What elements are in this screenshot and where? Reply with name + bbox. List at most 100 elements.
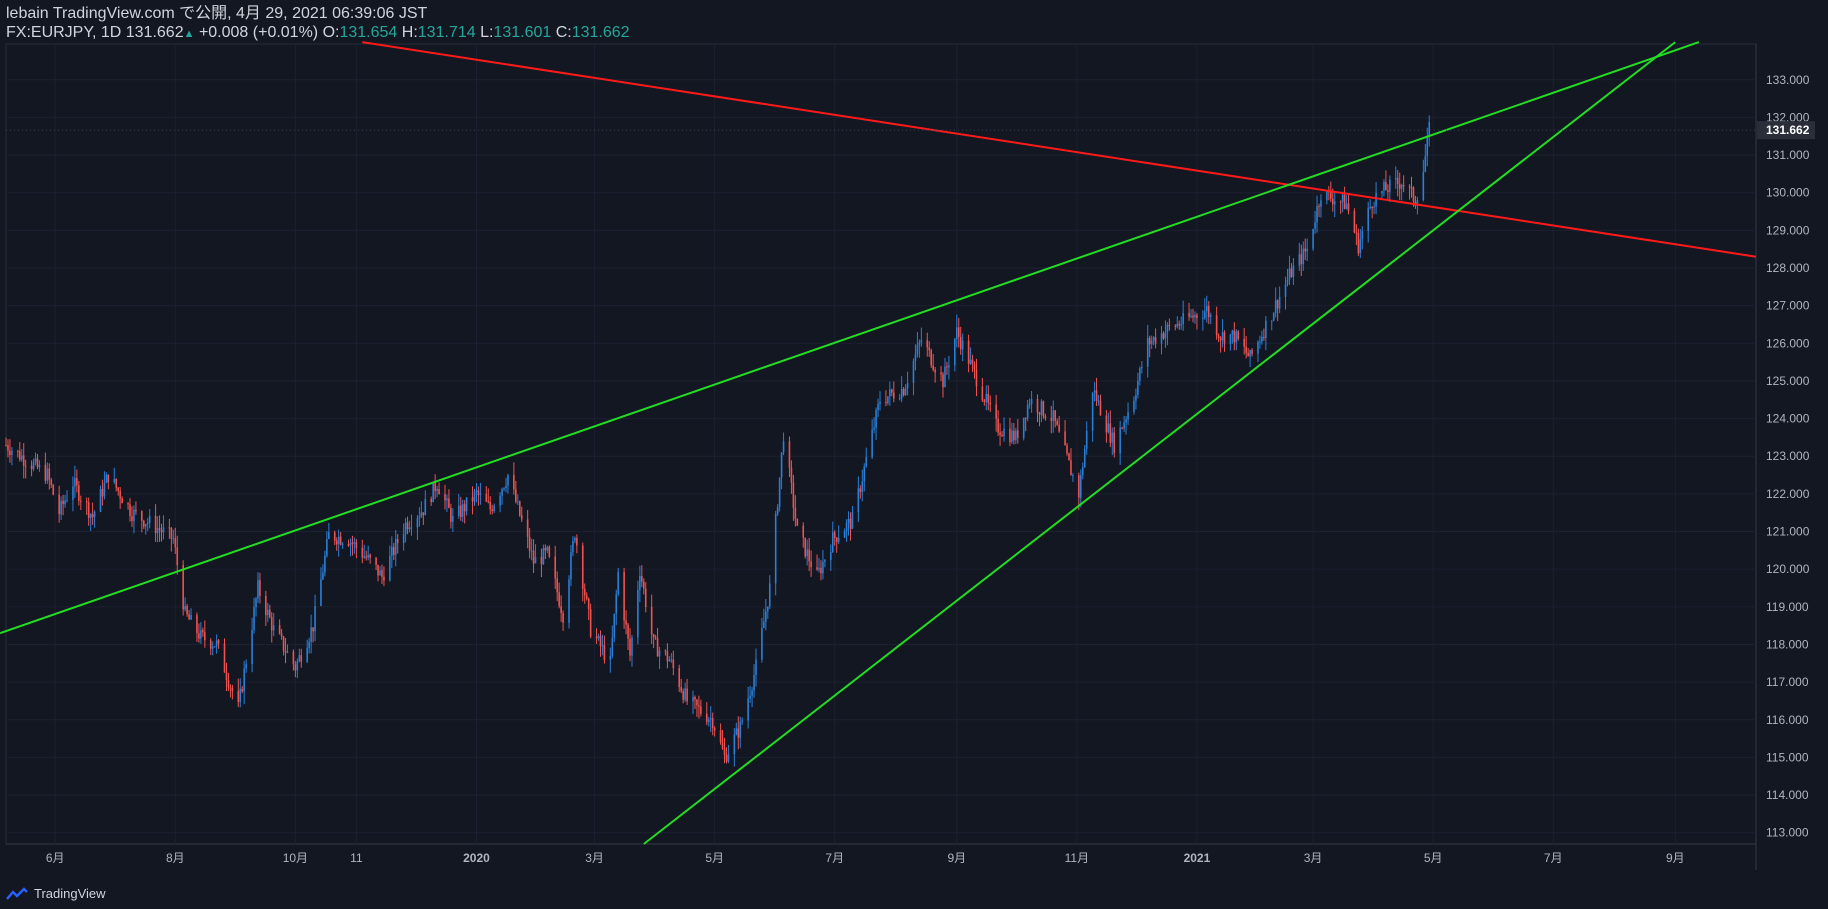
candle-body xyxy=(737,728,740,738)
candle-body xyxy=(1389,179,1391,192)
candle-body xyxy=(808,549,810,562)
price-chart[interactable]: 113.000 114.000 115.000 116.000 117.000 118.0… xyxy=(0,0,1828,909)
candle-body xyxy=(1123,422,1125,429)
candle-body xyxy=(141,511,143,521)
candle-body xyxy=(396,539,399,544)
candle-body xyxy=(1286,279,1289,285)
candle-body xyxy=(1263,336,1265,338)
candle-body xyxy=(790,467,793,483)
candle-body xyxy=(282,636,285,651)
candle-body xyxy=(885,402,887,404)
candle-body xyxy=(243,668,245,692)
candle-body xyxy=(1314,222,1316,229)
candle-body xyxy=(363,556,366,558)
candle-body xyxy=(142,520,145,527)
candle-body xyxy=(946,366,948,368)
candle-body xyxy=(422,512,425,516)
price-axis[interactable]: 113.000 114.000 115.000 116.000 117.000 118.0… xyxy=(1766,73,1810,840)
candle-body xyxy=(765,611,767,622)
y-tick-label: 125.000 xyxy=(1766,374,1810,388)
y-tick-label: 116.000 xyxy=(1766,713,1809,727)
candle-body xyxy=(1333,201,1336,205)
candle-body xyxy=(873,427,875,430)
candle-body xyxy=(654,637,657,639)
candle-body xyxy=(1150,340,1153,345)
candle-body xyxy=(333,532,336,541)
candle-body xyxy=(487,501,490,503)
candle-body xyxy=(664,650,667,652)
candle-body xyxy=(863,466,866,482)
candle-body xyxy=(1196,314,1198,319)
candle-body xyxy=(379,570,381,576)
candle-body xyxy=(452,515,454,522)
candle-body xyxy=(355,542,358,548)
candle-body xyxy=(217,640,220,644)
candle-body xyxy=(1028,404,1031,406)
candle-body xyxy=(1056,421,1058,425)
candle-body xyxy=(554,556,557,579)
candle-body xyxy=(438,489,440,495)
candle-body xyxy=(1217,335,1220,338)
candle-body xyxy=(816,567,818,570)
candle-body xyxy=(792,482,795,508)
candle-body xyxy=(209,640,212,649)
candle-body xyxy=(999,432,1001,435)
candle-body xyxy=(1162,333,1165,339)
y-tick-label: 129.000 xyxy=(1766,223,1810,237)
candle-body xyxy=(144,523,147,527)
plot-frame xyxy=(5,43,1757,845)
candle-body xyxy=(1257,342,1259,354)
brand-label: TradingView xyxy=(34,886,106,901)
candle-body xyxy=(1339,201,1342,203)
candle-body xyxy=(328,532,330,539)
candle-body xyxy=(1347,203,1350,211)
candle-body xyxy=(1022,417,1025,438)
candle-body xyxy=(794,507,797,519)
candle-body xyxy=(595,636,598,639)
candle-body xyxy=(251,629,253,665)
candle-body xyxy=(920,340,923,343)
candle-body xyxy=(320,579,322,606)
candle-body xyxy=(52,485,55,495)
candle-body xyxy=(644,588,647,607)
candle-body xyxy=(733,734,736,754)
candle-body xyxy=(721,742,724,749)
candle-body xyxy=(969,359,972,364)
candle-body xyxy=(532,550,535,564)
candle-body xyxy=(182,565,184,610)
candle-body xyxy=(436,489,438,491)
x-tick-label: 11 xyxy=(350,851,363,865)
candle-body xyxy=(1054,410,1057,422)
candle-body xyxy=(627,624,629,639)
candle-body xyxy=(666,651,669,662)
candle-body xyxy=(121,498,123,504)
x-tick-label: 7月 xyxy=(825,851,844,865)
candle-body xyxy=(822,561,824,574)
candle-body xyxy=(294,664,297,671)
candle-body xyxy=(1166,324,1169,333)
candle-body xyxy=(172,538,175,540)
candle-body xyxy=(1422,172,1425,201)
candle-body xyxy=(36,458,39,468)
time-axis[interactable]: 6月 8月 10月 11 2020 3月 5月 7月 9月 11月 2021 3月 5月 7月 9月 xyxy=(46,851,1685,865)
candle-body xyxy=(80,500,82,502)
candle-body xyxy=(847,518,850,523)
candle-body xyxy=(599,635,602,647)
candle-body xyxy=(1355,232,1358,234)
candle-body xyxy=(926,340,929,348)
candle-body xyxy=(44,464,47,481)
candle-body xyxy=(1085,430,1088,449)
candle-body xyxy=(981,386,984,401)
candle-body xyxy=(1160,333,1163,344)
candle-body xyxy=(562,613,564,623)
y-tick-label: 120.000 xyxy=(1766,562,1810,576)
candle-body xyxy=(914,354,917,362)
candle-body xyxy=(310,627,312,642)
candle-body xyxy=(747,698,749,721)
candle-body xyxy=(656,638,659,657)
candle-body xyxy=(517,501,519,503)
candle-body xyxy=(60,500,62,515)
candle-body xyxy=(1205,306,1208,312)
candle-body xyxy=(831,532,834,553)
gridlines xyxy=(6,44,1756,844)
